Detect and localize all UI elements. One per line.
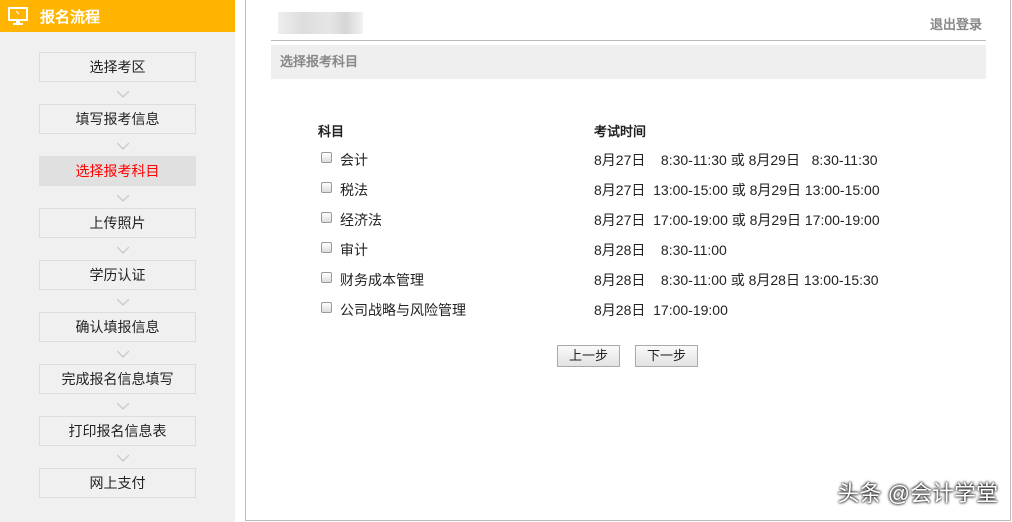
header-time: 考试时间 [594,124,647,139]
chevron-down-icon [117,298,129,307]
subject-name: 财务成本管理 [340,272,424,288]
subject-checkbox[interactable] [321,182,332,193]
exam-time: 8月27日 17:00-19:00 或 8月29日 17:00-19:00 [594,212,880,228]
table-row: 财务成本管理 8月28日 8:30-11:00 或 8月28日 13:00-15:… [246,270,1006,290]
step-7[interactable]: 打印报名信息表 [39,416,196,446]
subject-checkbox[interactable] [321,152,332,163]
step-3[interactable]: 上传照片 [39,208,196,238]
step-8[interactable]: 网上支付 [39,468,196,498]
sidebar: 报名流程 选择考区填写报考信息 选择报考科目 上传照片学历认证确认填报信息 完成报名信… [0,0,235,522]
monitor-icon [8,7,28,25]
chevron-down-icon [117,142,129,151]
table-row: 会计 8月27日 8:30-11:30 或 8月29日 8:30-11:30 [246,150,1006,170]
exam-time: 8月27日 8:30-11:30 或 8月29日 8:30-11:30 [594,152,878,168]
section-title: 选择报考科目 [271,45,986,79]
step-5[interactable]: 确认填报信息 [39,312,196,342]
blurred-username [278,12,363,34]
chevron-down-icon [117,246,129,255]
step-2[interactable]: 选择报考科目 [39,156,196,186]
subject-checkbox[interactable] [321,242,332,253]
exam-time: 8月28日 8:30-11:00 或 8月28日 13:00-15:30 [594,272,879,288]
subject-checkbox[interactable] [321,272,332,283]
subject-name: 审计 [340,242,368,258]
exam-time: 8月27日 13:00-15:00 或 8月29日 13:00-15:00 [594,182,880,198]
exam-time: 8月28日 17:00-19:00 [594,302,728,318]
step-4[interactable]: 学历认证 [39,260,196,290]
subject-checkbox[interactable] [321,212,332,223]
prev-button[interactable]: 上一步 [557,345,620,367]
exam-time: 8月28日 8:30-11:00 [594,242,727,258]
subject-name: 税法 [340,182,368,198]
step-1[interactable]: 填写报考信息 [39,104,196,134]
table-row: 公司战略与风险管理 8月28日 17:00-19:00 [246,300,1006,320]
subject-name: 会计 [340,152,368,168]
table-row: 审计 8月28日 8:30-11:00 [246,240,1006,260]
watermark: 头条 @会计学堂 [837,481,998,506]
table-row: 税法 8月27日 13:00-15:00 或 8月29日 13:00-15:00 [246,180,1006,200]
next-button[interactable]: 下一步 [635,345,698,367]
chevron-down-icon [117,454,129,463]
sidebar-title: 报名流程 [40,8,101,26]
sidebar-header: 报名流程 [0,0,235,32]
step-0[interactable]: 选择考区 [39,52,196,82]
header-subject: 科目 [318,124,345,139]
step-6[interactable]: 完成报名信息填写 [39,364,196,394]
main-panel: 退出登录 选择报考科目 科目 考试时间 会计 8月27日 8:30-11:30 或… [245,0,1011,521]
logout-link[interactable]: 退出登录 [930,14,982,33]
chevron-down-icon [117,402,129,411]
chevron-down-icon [117,90,129,99]
subject-checkbox[interactable] [321,302,332,313]
subject-name: 公司战略与风险管理 [340,302,466,318]
chevron-down-icon [117,350,129,359]
table-row: 经济法 8月27日 17:00-19:00 或 8月29日 17:00-19:00 [246,210,1006,230]
chevron-down-icon [117,194,129,203]
divider [271,40,986,41]
subject-name: 经济法 [340,212,382,228]
